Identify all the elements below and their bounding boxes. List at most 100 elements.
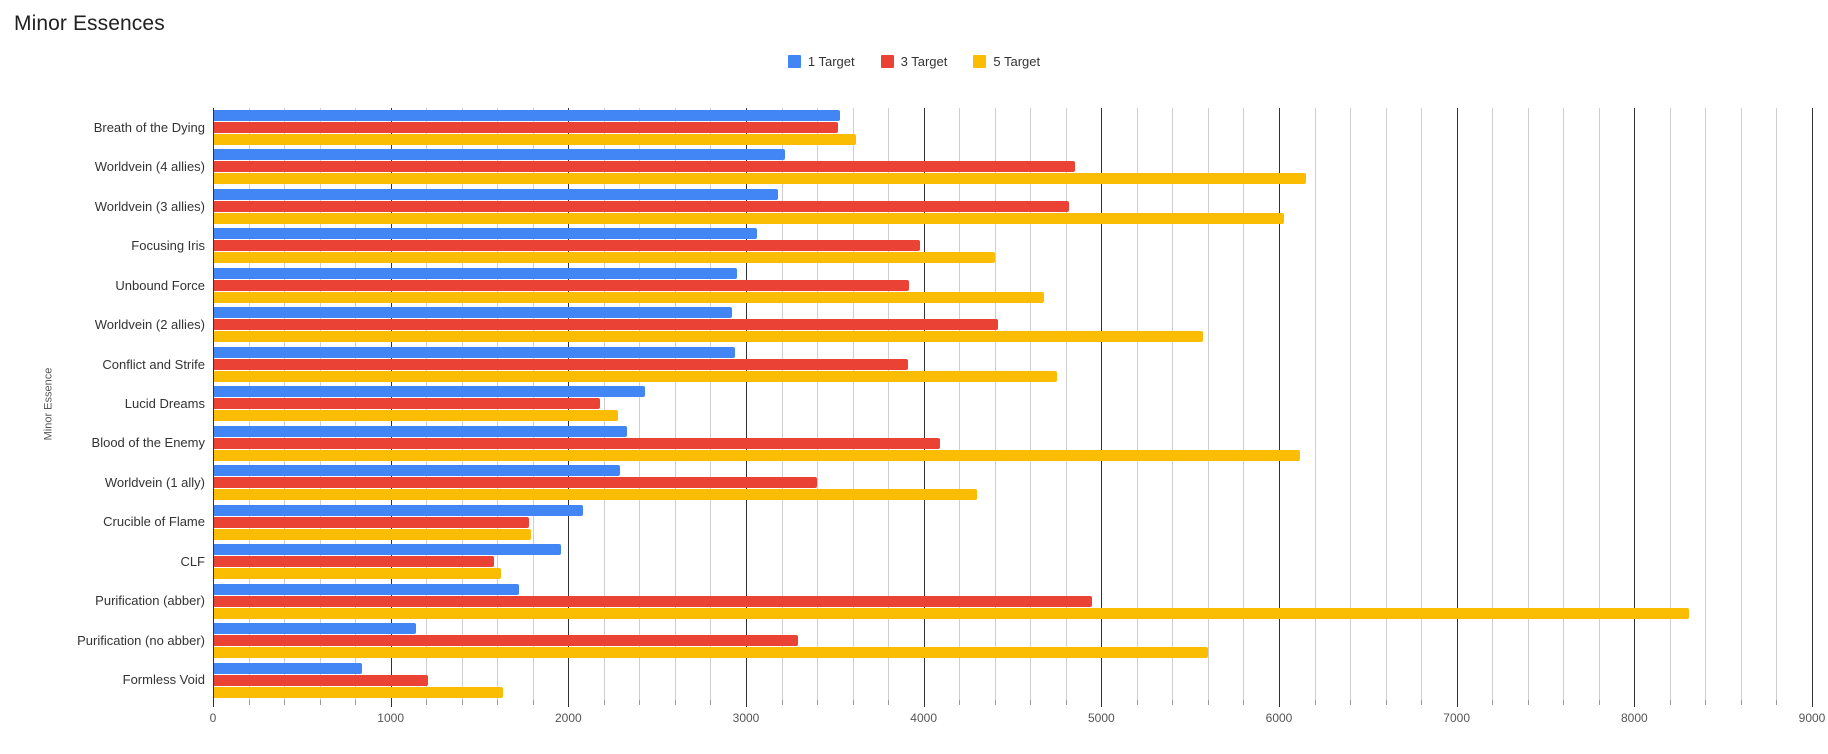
x-axis-tick-major [568,700,570,707]
bar-3-target[interactable] [213,200,1070,212]
bar-5-target[interactable] [213,212,1285,224]
legend-item-label: 3 Target [900,53,948,69]
bar-5-target[interactable] [213,528,532,540]
y-axis-tick-label: Worldvein (1 ally) [104,474,205,490]
bar-5-target[interactable] [213,607,1690,619]
bar-1-target[interactable] [213,386,645,398]
y-axis-tick-label: Crucible of Flame [103,514,205,530]
x-axis-tick-major [390,700,392,707]
x-axis-tick-label: 7000 [1443,711,1471,725]
bar-1-target[interactable] [213,623,416,635]
bar-5-target[interactable] [213,449,1301,461]
x-axis-tick-major [746,700,747,707]
bar-3-target[interactable] [213,556,494,568]
bar-1-target[interactable] [213,228,757,240]
gridline-major [1812,108,1813,700]
legend-item-2[interactable]: 3 Target [880,53,948,69]
x-axis-tick-minor [959,700,961,705]
bar-1-target[interactable] [213,544,562,556]
bar-group [213,621,1812,660]
x-axis-tick-label: 2000 [554,711,582,725]
bar-3-target[interactable] [213,279,910,291]
x-axis-tick-minor [248,700,250,705]
bar-1-target[interactable] [213,307,732,319]
bar-3-target[interactable] [213,161,1075,173]
bar-5-target[interactable] [213,331,1203,343]
x-axis-tick-label: 5000 [1087,711,1115,725]
bar-group [213,463,1812,502]
bar-3-target[interactable] [213,595,1093,607]
x-axis-tick-minor [781,700,783,705]
page-title: Minor Essences [14,12,165,35]
bar-group [213,661,1812,700]
bar-3-target[interactable] [213,674,428,686]
bar-1-target[interactable] [213,346,736,358]
bar-5-target[interactable] [213,489,977,501]
x-axis-tick-label: 8000 [1620,711,1648,725]
legend-item-3[interactable]: 5 Target [973,54,1040,69]
bar-3-target[interactable] [213,437,940,449]
bar-5-target[interactable] [213,410,619,422]
y-axis-tick-label: Worldvein (2 allies) [94,317,205,333]
bar-5-target[interactable] [213,134,857,145]
bar-group [213,187,1812,226]
x-axis-tick-minor [639,700,641,705]
bar-5-target[interactable] [213,647,1208,659]
bar-1-target[interactable] [213,425,627,437]
bar-5-target[interactable] [213,173,1306,185]
bar-1-target[interactable] [213,267,738,279]
x-axis-tick-minor [603,700,605,705]
legend-swatch-icon [880,54,894,68]
x-axis-tick-minor [1136,700,1138,705]
bar-5-target[interactable] [213,370,1057,382]
bar-5-target[interactable] [213,568,501,580]
bar-1-target[interactable] [213,504,583,516]
y-axis-tick-label: Worldvein (3 allies) [94,198,205,214]
bar-3-target[interactable] [213,516,530,528]
bar-3-target[interactable] [213,319,999,331]
legend-item-label: 1 Target [807,53,855,69]
bar-1-target[interactable] [213,188,778,200]
x-axis-tick-minor [1492,700,1494,705]
bar-group [213,503,1812,542]
bar-3-target[interactable] [213,240,921,252]
x-axis-tick-minor [1776,700,1778,705]
x-axis-tick-minor [461,700,463,705]
bar-3-target[interactable] [213,635,798,647]
bar-5-target[interactable] [213,291,1045,303]
bar-1-target[interactable] [213,110,841,121]
x-axis-tick-minor [994,700,996,705]
y-axis-tick-label: Lucid Dreams [124,396,205,411]
x-axis-tick-minor [497,700,499,705]
bar-1-target[interactable] [213,583,519,595]
bar-group [213,542,1812,581]
x-axis-tick-minor [1314,700,1316,705]
y-axis-tick-label: Conflict and Strife [102,356,205,372]
bar-group [213,226,1812,265]
x-axis-tick-minor [1740,700,1742,705]
bar-5-target[interactable] [213,252,995,264]
bar-3-target[interactable] [213,358,908,370]
bar-group [213,305,1812,344]
bar-1-target[interactable] [213,465,620,477]
bar-5-target[interactable] [213,686,503,698]
x-axis-tick-minor [1172,700,1174,705]
bar-group [213,384,1812,423]
x-axis-tick-minor [1385,700,1387,705]
bar-3-target[interactable] [213,122,839,133]
bar-3-target[interactable] [213,398,601,410]
legend-item-1[interactable]: 1 Target [787,53,855,69]
x-axis-tick-minor [1350,700,1352,705]
x-axis-tick-minor [1421,700,1423,705]
x-axis-tick-label: 3000 [732,711,760,725]
x-axis-tick-minor [426,700,428,705]
x-axis-tick-major [1812,700,1813,707]
bar-1-target[interactable] [213,149,786,161]
y-axis-category-labels: Breath of the Dying Worldvein (4 allies) W… [0,108,205,700]
x-axis-tick-minor [1598,700,1600,705]
y-axis-tick-label: Blood of the Enemy [91,435,205,451]
x-axis-tick-minor [355,700,357,705]
bar-3-target[interactable] [213,477,818,489]
bar-1-target[interactable] [213,662,363,674]
x-axis-tick-minor [1563,700,1565,705]
